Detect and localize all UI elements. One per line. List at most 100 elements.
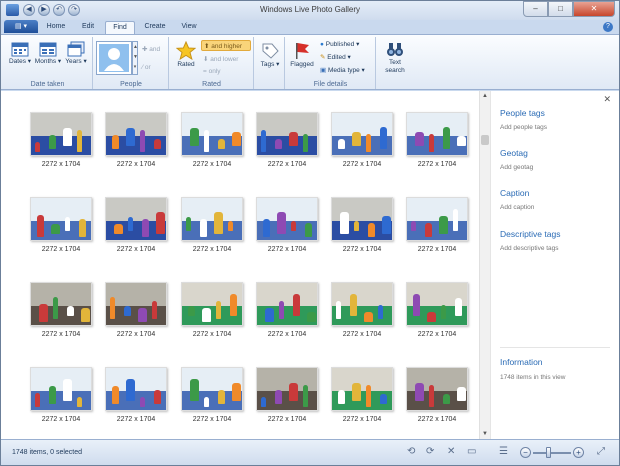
people-scroll[interactable]: ▲ ▼ ▾ bbox=[132, 41, 138, 75]
people-picker[interactable] bbox=[96, 41, 132, 75]
edited-button[interactable]: ✎ Edited ▾ bbox=[320, 53, 351, 62]
media-type-button[interactable]: ▣ Media type ▾ bbox=[320, 66, 365, 75]
and-lower-option[interactable]: ⬇ and lower bbox=[203, 55, 238, 64]
photo-thumbnail[interactable] bbox=[256, 112, 318, 156]
star-icon bbox=[176, 41, 196, 60]
tab-home[interactable]: Home bbox=[41, 21, 71, 34]
add-descriptive-tags-link[interactable]: Add descriptive tags bbox=[500, 245, 559, 252]
photo-thumbnail[interactable] bbox=[406, 112, 468, 156]
photo-thumbnail[interactable] bbox=[30, 197, 92, 241]
photo-thumbnail[interactable] bbox=[105, 367, 167, 411]
dates-button[interactable]: Dates ▾ bbox=[7, 41, 33, 66]
photo-dimensions: 2272 x 1704 bbox=[116, 331, 156, 338]
photo-dimensions: 2272 x 1704 bbox=[342, 331, 382, 338]
photo-dimensions: 2272 x 1704 bbox=[192, 246, 232, 253]
rotate-left-icon[interactable]: ⟲ bbox=[407, 446, 415, 457]
and-option[interactable]: ✚ and bbox=[142, 45, 160, 54]
years-button[interactable]: Years ▾ bbox=[63, 41, 89, 66]
photo-thumbnail[interactable] bbox=[256, 197, 318, 241]
tab-view[interactable]: View bbox=[174, 21, 204, 34]
photo-thumbnail[interactable] bbox=[406, 367, 468, 411]
months-button[interactable]: Months ▾ bbox=[34, 41, 62, 66]
close-pane-icon[interactable]: ✕ bbox=[603, 94, 611, 105]
photo-thumbnail[interactable] bbox=[406, 197, 468, 241]
group-label: Rated bbox=[202, 81, 221, 88]
zoom-out-button[interactable]: − bbox=[520, 447, 531, 458]
photo-dimensions: 2272 x 1704 bbox=[267, 331, 307, 338]
slideshow-icon[interactable]: ▭ bbox=[467, 446, 476, 457]
scroll-up-icon[interactable]: ▲ bbox=[482, 93, 488, 99]
photo-thumbnail[interactable] bbox=[181, 112, 243, 156]
binoculars-icon bbox=[387, 43, 403, 56]
fit-window-icon[interactable]: ⤢ bbox=[597, 446, 605, 457]
add-caption-link[interactable]: Add caption bbox=[500, 204, 534, 211]
info-pane: ✕ People tags Add people tags Geotag Add… bbox=[490, 91, 619, 439]
rated-button[interactable]: Rated bbox=[173, 41, 199, 69]
close-button[interactable]: ✕ bbox=[573, 1, 615, 17]
zoom-slider-thumb[interactable] bbox=[546, 447, 552, 458]
group-text-search: Text search bbox=[377, 37, 413, 89]
photo-thumbnail[interactable] bbox=[256, 367, 318, 411]
photo-thumbnail[interactable] bbox=[105, 197, 167, 241]
photo-thumbnail[interactable] bbox=[30, 367, 92, 411]
photo-thumbnail[interactable] bbox=[105, 282, 167, 326]
photo-dimensions: 2272 x 1704 bbox=[116, 161, 156, 168]
group-rated: Rated ⬆ and higher ⬇ and lower = only Ra… bbox=[170, 37, 254, 89]
photo-thumbnail[interactable] bbox=[331, 112, 393, 156]
scroll-down-icon[interactable]: ▼ bbox=[482, 431, 488, 437]
rotate-right-icon[interactable]: ⟳ bbox=[426, 446, 434, 457]
photo-thumbnail[interactable] bbox=[30, 112, 92, 156]
photo-thumbnail[interactable] bbox=[406, 282, 468, 326]
tab-edit[interactable]: Edit bbox=[73, 21, 103, 34]
group-tags: Tags ▾ bbox=[255, 37, 285, 89]
photo-dimensions: 2272 x 1704 bbox=[267, 416, 307, 423]
group-date-taken: Dates ▾ Months ▾ Years ▾ Date taken bbox=[3, 37, 93, 89]
photo-dimensions: 2272 x 1704 bbox=[192, 161, 232, 168]
file-menu-button[interactable]: ▤ ▾ bbox=[4, 20, 38, 33]
and-higher-option[interactable]: ⬆ and higher bbox=[201, 40, 251, 51]
maximize-button[interactable]: □ bbox=[548, 1, 573, 17]
photo-dimensions: 2272 x 1704 bbox=[267, 161, 307, 168]
photo-thumbnail[interactable] bbox=[331, 197, 393, 241]
text-search-button[interactable]: Text search bbox=[381, 41, 409, 75]
published-button[interactable]: ● Published ▾ bbox=[320, 40, 359, 49]
photo-dimensions: 2272 x 1704 bbox=[417, 161, 457, 168]
group-label: Date taken bbox=[30, 81, 65, 88]
photo-thumbnail[interactable] bbox=[331, 367, 393, 411]
photo-dimensions: 2272 x 1704 bbox=[116, 246, 156, 253]
add-people-tags-link[interactable]: Add people tags bbox=[500, 124, 547, 131]
thumbnail-grid: 2272 x 1704 2272 x 1704 2272 x 1704 2272 x … bbox=[1, 91, 479, 439]
photo-thumbnail[interactable] bbox=[256, 282, 318, 326]
photo-dimensions: 2272 x 1704 bbox=[116, 416, 156, 423]
person-icon bbox=[99, 44, 129, 72]
media-icon: ▣ bbox=[320, 67, 328, 74]
minimize-button[interactable]: – bbox=[523, 1, 548, 17]
scroll-thumb[interactable] bbox=[481, 135, 489, 145]
photo-dimensions: 2272 x 1704 bbox=[342, 161, 382, 168]
add-geotag-link[interactable]: Add geotag bbox=[500, 164, 533, 171]
photo-thumbnail[interactable] bbox=[105, 112, 167, 156]
details-view-icon[interactable]: ☰ bbox=[499, 446, 508, 457]
tab-create[interactable]: Create bbox=[138, 21, 172, 34]
photo-thumbnail[interactable] bbox=[181, 367, 243, 411]
status-text: 1748 items, 0 selected bbox=[12, 449, 83, 456]
group-file-details: Flagged ● Published ▾ ✎ Edited ▾ ▣ Media… bbox=[286, 37, 376, 89]
vertical-scrollbar[interactable]: ▲ ▼ bbox=[479, 91, 490, 439]
zoom-in-button[interactable]: + bbox=[573, 447, 584, 458]
photo-thumbnail[interactable] bbox=[181, 197, 243, 241]
descriptive-tags-heading: Descriptive tags bbox=[500, 229, 561, 239]
flagged-button[interactable]: Flagged bbox=[288, 41, 316, 69]
tab-find[interactable]: Find bbox=[105, 21, 135, 34]
photo-thumbnail[interactable] bbox=[181, 282, 243, 326]
photo-thumbnail[interactable] bbox=[30, 282, 92, 326]
photo-thumbnail[interactable] bbox=[331, 282, 393, 326]
people-tags-heading: People tags bbox=[500, 108, 545, 118]
information-heading: Information bbox=[500, 357, 543, 367]
help-icon[interactable]: ? bbox=[603, 22, 613, 32]
zoom-slider[interactable] bbox=[533, 452, 571, 454]
only-option[interactable]: = only bbox=[203, 67, 221, 76]
tags-button[interactable]: Tags ▾ bbox=[257, 41, 283, 69]
photo-dimensions: 2272 x 1704 bbox=[41, 331, 81, 338]
delete-icon[interactable]: ✕ bbox=[447, 446, 455, 457]
or-option[interactable]: ⁄ or bbox=[142, 63, 151, 72]
